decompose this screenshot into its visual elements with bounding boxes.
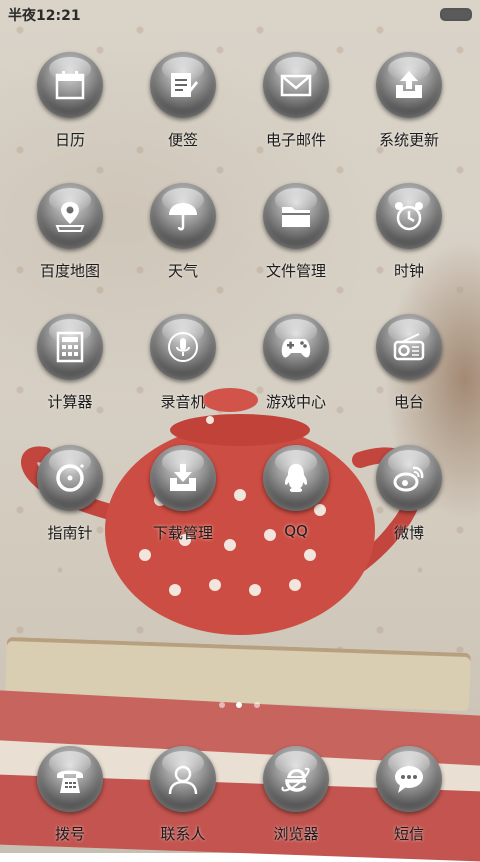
page-dot-active[interactable] bbox=[236, 702, 242, 708]
app-system-update[interactable]: 系统更新 bbox=[353, 52, 465, 168]
app-label: 微博 bbox=[393, 524, 424, 542]
app-weather[interactable]: 天气 bbox=[127, 183, 239, 299]
app-label: 录音机 bbox=[160, 393, 206, 411]
app-calendar[interactable]: 日历 bbox=[14, 52, 126, 168]
app-label: 电台 bbox=[393, 393, 424, 411]
app-label: 电子邮件 bbox=[265, 131, 326, 149]
umbrella-icon bbox=[150, 183, 216, 249]
app-label: 系统更新 bbox=[378, 131, 439, 149]
page-indicator[interactable] bbox=[0, 702, 480, 712]
contact-person-icon bbox=[150, 746, 216, 812]
app-label: 下载管理 bbox=[152, 524, 213, 542]
system-update-icon bbox=[376, 52, 442, 118]
status-time: 半夜12:21 bbox=[8, 8, 81, 24]
app-label: 短信 bbox=[393, 825, 424, 843]
app-download-manager[interactable]: 下载管理 bbox=[127, 445, 239, 561]
calendar-icon bbox=[37, 52, 103, 118]
app-calculator[interactable]: 计算器 bbox=[14, 314, 126, 430]
app-notes[interactable]: 便签 bbox=[127, 52, 239, 168]
gamepad-icon bbox=[263, 314, 329, 380]
app-baidu-map[interactable]: 百度地图 bbox=[14, 183, 126, 299]
map-icon bbox=[37, 183, 103, 249]
app-label: 联系人 bbox=[160, 825, 206, 843]
calculator-icon bbox=[37, 314, 103, 380]
app-label: 时钟 bbox=[393, 262, 424, 280]
app-label: 便签 bbox=[167, 131, 198, 149]
app-label: 天气 bbox=[167, 262, 198, 280]
dock-browser[interactable]: 浏览器 bbox=[240, 746, 352, 862]
weibo-icon bbox=[376, 445, 442, 511]
app-radio[interactable]: 电台 bbox=[353, 314, 465, 430]
app-recorder[interactable]: 录音机 bbox=[127, 314, 239, 430]
message-bubble-icon bbox=[376, 746, 442, 812]
qq-penguin-icon bbox=[263, 445, 329, 511]
microphone-icon bbox=[150, 314, 216, 380]
app-compass[interactable]: 指南针 bbox=[14, 445, 126, 561]
app-label: 浏览器 bbox=[273, 825, 319, 843]
notepad-icon bbox=[150, 52, 216, 118]
app-label: 指南针 bbox=[47, 524, 93, 542]
app-qq[interactable]: QQ bbox=[240, 445, 352, 561]
app-file-manager[interactable]: 文件管理 bbox=[240, 183, 352, 299]
telephone-icon bbox=[37, 746, 103, 812]
alarm-clock-icon bbox=[376, 183, 442, 249]
app-label: QQ bbox=[284, 522, 308, 540]
app-label: 计算器 bbox=[47, 393, 93, 411]
app-label: 百度地图 bbox=[39, 262, 100, 280]
dock-dialer[interactable]: 拨号 bbox=[14, 746, 126, 862]
compass-icon bbox=[37, 445, 103, 511]
dock-messages[interactable]: 短信 bbox=[353, 746, 465, 862]
app-label: 拨号 bbox=[54, 825, 85, 843]
page-dot[interactable] bbox=[219, 702, 225, 708]
download-icon bbox=[150, 445, 216, 511]
app-label: 日历 bbox=[54, 131, 85, 149]
browser-e-icon bbox=[263, 746, 329, 812]
app-email[interactable]: 电子邮件 bbox=[240, 52, 352, 168]
folder-icon bbox=[263, 183, 329, 249]
app-weibo[interactable]: 微博 bbox=[353, 445, 465, 561]
mail-icon bbox=[263, 52, 329, 118]
app-label: 文件管理 bbox=[265, 262, 326, 280]
app-game-center[interactable]: 游戏中心 bbox=[240, 314, 352, 430]
status-bar: 半夜12:21 bbox=[0, 0, 480, 26]
dock-contacts[interactable]: 联系人 bbox=[127, 746, 239, 862]
radio-icon bbox=[376, 314, 442, 380]
page-dot[interactable] bbox=[254, 702, 260, 708]
battery-icon bbox=[440, 8, 472, 21]
app-clock[interactable]: 时钟 bbox=[353, 183, 465, 299]
app-label: 游戏中心 bbox=[265, 393, 326, 411]
